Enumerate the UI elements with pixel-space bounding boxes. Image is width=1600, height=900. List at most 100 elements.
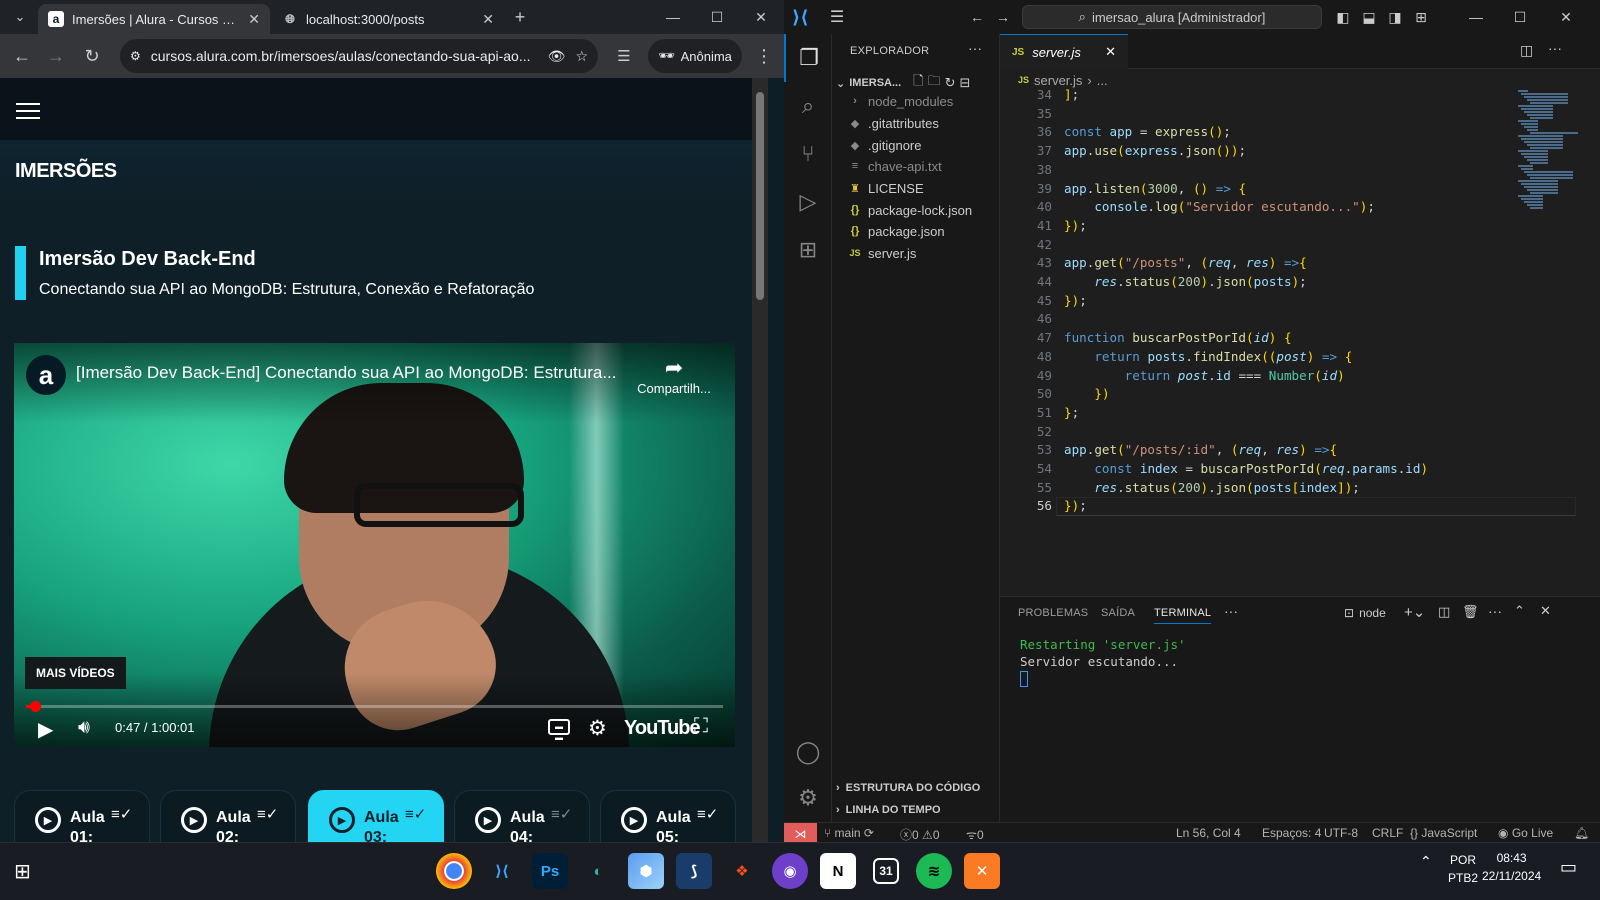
split-terminal-icon[interactable]: ◫ (1438, 604, 1450, 620)
menu-icon[interactable] (16, 98, 40, 124)
tab-output[interactable]: SAÍDA (1101, 607, 1135, 619)
close-tab-icon[interactable]: ✕ (248, 11, 260, 28)
reload-button[interactable]: ↻ (76, 40, 108, 72)
site-settings-icon[interactable]: ⚙︎ (130, 49, 141, 63)
code-line[interactable]: res.status(200).json(posts[index]); (1064, 479, 1360, 498)
close-panel-icon[interactable]: ✕ (1540, 603, 1551, 619)
code-line[interactable]: }); (1064, 497, 1087, 516)
collapse-all-icon[interactable]: ⊟ (960, 75, 971, 91)
channel-avatar[interactable]: a (26, 355, 66, 395)
vscode-icon[interactable]: ⟩⟨ (484, 853, 520, 889)
extensions-icon[interactable]: ⊞ (784, 226, 832, 274)
edge-dev-icon[interactable]: ◐ (580, 853, 616, 889)
language-mode[interactable]: {} JavaScript (1410, 826, 1477, 840)
forward-arrow-icon[interactable]: → (990, 0, 1016, 34)
input-language[interactable]: POR PTB2 (1448, 851, 1478, 887)
file-chave-api[interactable]: ≡ chave-api.txt (848, 155, 998, 177)
notification-center-icon[interactable]: ▭ (1560, 857, 1577, 878)
photoshop-icon[interactable]: Ps (532, 853, 568, 889)
go-live-button[interactable]: ◉ Go Live (1498, 826, 1553, 840)
notifications-bell-icon[interactable]: 🔔︎ (1574, 826, 1589, 840)
menu-icon[interactable]: ☰ (824, 0, 850, 34)
more-actions-icon[interactable]: ··· (968, 40, 982, 56)
video-title[interactable]: [Imersão Dev Back-End] Conectando sua AP… (76, 363, 636, 383)
close-icon[interactable]: ✕ (1105, 44, 1116, 60)
new-terminal-icon[interactable]: +⌄ (1404, 603, 1425, 621)
notion-icon[interactable]: N (820, 853, 856, 889)
chevron-up-icon[interactable]: ⌃ (1420, 853, 1432, 870)
figma-icon[interactable]: ❖ (724, 853, 760, 889)
back-button[interactable]: ← (6, 40, 38, 72)
progress-scrubber[interactable] (30, 701, 42, 712)
chrome-icon[interactable] (436, 853, 472, 889)
code-line[interactable]: return posts.findIndex((post) => { (1064, 348, 1352, 367)
play-icon[interactable]: ▶ (38, 717, 53, 742)
code-line[interactable]: }); (1064, 217, 1087, 236)
spotify-icon[interactable]: ≋ (916, 853, 952, 889)
file-gitattributes[interactable]: ◆ .gitattributes (848, 112, 998, 134)
encoding[interactable]: UTF-8 (1324, 826, 1358, 840)
bookmark-star-icon[interactable]: ☆ (575, 48, 588, 65)
code-line[interactable]: app.listen(3000, () => { (1064, 180, 1246, 199)
page-scrollbar[interactable] (752, 78, 768, 860)
captions-icon[interactable]: ▬ ▬ (548, 719, 570, 742)
command-center[interactable]: ⌕ imersao_alura [Administrador] (1022, 5, 1322, 29)
run-debug-icon[interactable]: ▷ (784, 178, 832, 226)
mysql-workbench-icon[interactable]: ⟆ (676, 853, 712, 889)
code-line[interactable]: app.get("/posts/:id", (req, res) =>{ (1064, 441, 1337, 460)
account-icon[interactable]: ◯ (784, 728, 832, 776)
calendar-icon[interactable]: 31 (873, 858, 899, 884)
customize-layout-icon[interactable]: ⊞ (1408, 0, 1434, 34)
file-license[interactable]: ♜ LICENSE (848, 177, 998, 199)
code-line[interactable]: ]; (1064, 86, 1079, 105)
file-server-js[interactable]: JS server.js (848, 242, 998, 264)
toggle-sidebar-icon[interactable]: ◧ (1330, 0, 1356, 34)
terminal-selector[interactable]: ⊡ node (1344, 606, 1386, 620)
close-window-button[interactable]: ✕ (1544, 0, 1588, 34)
close-window-button[interactable]: ✕ (738, 0, 784, 34)
maximize-button[interactable]: ☐ (694, 0, 740, 34)
forward-button[interactable]: → (40, 40, 72, 72)
code-editor[interactable]: 34]; 35 36 const app = express(); 37 app.use(… (1000, 86, 1600, 596)
terminal-cursor[interactable] (1020, 671, 1028, 687)
github-desktop-icon[interactable]: ◉ (772, 853, 808, 889)
close-tab-icon[interactable]: ✕ (482, 11, 494, 28)
source-control-icon[interactable]: ⑂ (784, 130, 832, 178)
chrome-menu-button[interactable]: ⋮ (748, 40, 780, 72)
more-actions-icon[interactable]: ··· (1548, 40, 1562, 56)
search-icon[interactable]: ⌕ (784, 82, 832, 130)
tab-terminal[interactable]: TERMINAL (1154, 607, 1212, 624)
minimize-button[interactable]: — (650, 0, 696, 34)
code-line[interactable]: app.get("/posts", (req, res) =>{ (1064, 254, 1307, 273)
refresh-icon[interactable]: ↻ (945, 75, 956, 91)
video-player[interactable]: a [Imersão Dev Back-End] Conectando sua … (14, 343, 735, 747)
more-actions-icon[interactable]: ··· (1488, 603, 1502, 619)
share-button[interactable]: ➦ Compartilh... (634, 355, 714, 396)
code-line[interactable]: }) (1064, 385, 1109, 404)
code-line[interactable]: }); (1064, 292, 1087, 311)
outline-section[interactable]: › ESTRUTURA DO CÓDIGO (836, 782, 980, 794)
incognito-badge[interactable]: 🕶︎ Anônima (648, 39, 742, 73)
timeline-section[interactable]: › LINHA DO TEMPO (836, 804, 941, 816)
minimize-button[interactable]: — (1454, 0, 1498, 34)
code-line[interactable]: app.use(express.json()); (1064, 142, 1246, 161)
file-package-lock[interactable]: {} package-lock.json (848, 199, 998, 221)
split-editor-icon[interactable]: ◫ (1520, 42, 1533, 59)
volume-icon[interactable]: 🔊︎ (78, 717, 90, 739)
sync-icon[interactable]: ⟳ (864, 826, 874, 840)
tab-localhost[interactable]: 🌐︎ localhost:3000/posts ✕ (272, 4, 504, 34)
code-line[interactable]: res.status(200).json(posts); (1064, 273, 1306, 292)
branch-indicator[interactable]: ⑂ main ⟳ (824, 826, 874, 840)
cursor-position[interactable]: Ln 56, Col 4 (1176, 826, 1241, 840)
file-package-json[interactable]: {} package.json (848, 220, 998, 242)
scrollbar-thumb[interactable] (756, 92, 764, 300)
code-line[interactable]: }; (1064, 404, 1079, 423)
ports-indicator[interactable]: ᯤ0 (966, 826, 984, 843)
fullscreen-icon[interactable]: ⛶ (694, 715, 708, 738)
youtube-logo[interactable]: YouTube (624, 717, 701, 740)
code-line[interactable]: function buscarPostPorId(id) { (1064, 329, 1292, 348)
more-videos-button[interactable]: MAIS VÍDEOS (25, 657, 126, 689)
code-line[interactable]: return post.id === Number(id) (1064, 367, 1345, 386)
file-node_modules[interactable]: › node_modules (848, 90, 998, 112)
code-line[interactable]: console.log("Servidor escutando..."); (1064, 198, 1375, 217)
